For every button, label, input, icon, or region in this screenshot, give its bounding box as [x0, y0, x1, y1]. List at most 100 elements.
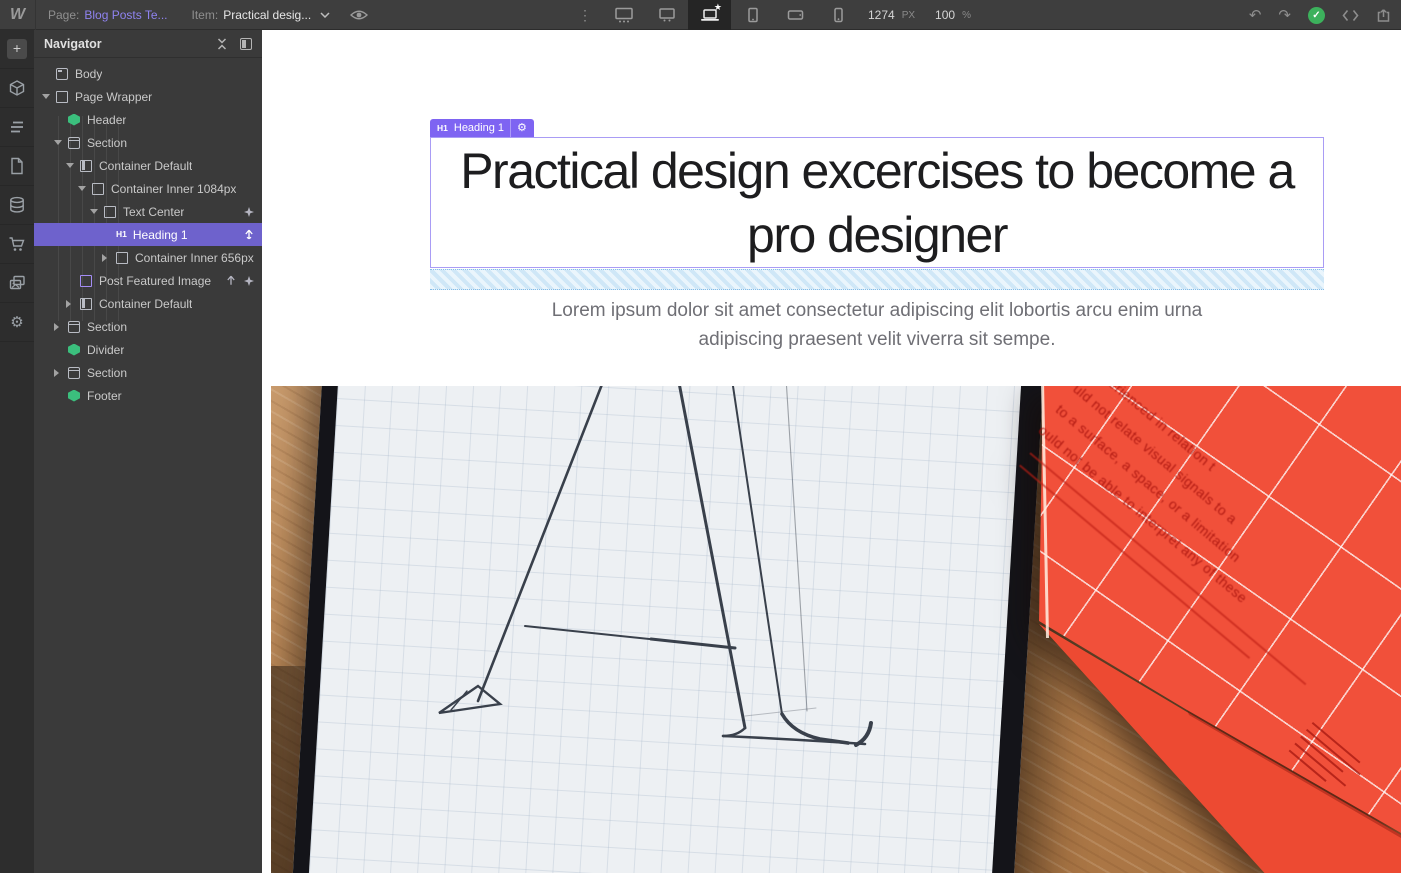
body-icon	[56, 68, 68, 80]
element-tag: H1	[437, 123, 448, 133]
page-icon	[9, 157, 25, 175]
images-icon	[8, 274, 26, 292]
zoom-unit: %	[962, 10, 971, 21]
breakpoint-desktop[interactable]	[645, 0, 688, 30]
ecommerce-button[interactable]	[0, 225, 34, 264]
collapsed-arrow-icon[interactable]	[66, 300, 71, 308]
navigator-title: Navigator	[44, 37, 204, 51]
navigator-button[interactable]	[0, 108, 34, 147]
element-settings-gear-icon[interactable]: ⚙	[517, 123, 527, 134]
component-icon	[68, 344, 80, 356]
collapsed-arrow-icon[interactable]	[54, 369, 59, 377]
navigator-panel: Navigator Body Page Wrapper Header	[34, 30, 262, 873]
element-name: Heading 1	[454, 122, 504, 134]
interaction-arrow-icon	[244, 229, 254, 240]
page-selector[interactable]: Page: Blog Posts Te...	[36, 0, 180, 30]
breakpoint-tablet[interactable]	[731, 0, 774, 30]
div-block-icon	[116, 252, 128, 264]
design-canvas[interactable]: H1 Heading 1 ⚙ Practical design excercis…	[262, 30, 1401, 873]
database-icon	[8, 196, 26, 214]
tree-row-footer[interactable]: Footer	[34, 384, 262, 407]
page-label: Page:	[48, 8, 79, 22]
expand-arrow-icon[interactable]	[42, 94, 50, 99]
component-icon	[68, 390, 80, 402]
gear-icon: ⚙	[10, 313, 23, 331]
cube-icon	[8, 79, 26, 97]
tree-row-container-default[interactable]: Container Default	[34, 154, 262, 177]
code-export-icon[interactable]	[1342, 9, 1359, 22]
undo-icon[interactable]: ↶	[1249, 8, 1262, 23]
cart-icon	[8, 235, 26, 253]
item-label: Item:	[192, 8, 219, 22]
expand-arrow-icon[interactable]	[78, 186, 86, 191]
tree-row-section-2[interactable]: Section	[34, 315, 262, 338]
cms-button[interactable]	[0, 186, 34, 225]
tree-row-section[interactable]: Section	[34, 131, 262, 154]
div-block-icon	[56, 91, 68, 103]
collapsed-arrow-icon[interactable]	[102, 254, 107, 262]
h1-tag-icon: H1	[116, 229, 127, 241]
tree-row-body[interactable]: Body	[34, 62, 262, 85]
navigator-tree: Body Page Wrapper Header Section Contain…	[34, 58, 262, 407]
tree-row-page-wrapper[interactable]: Page Wrapper	[34, 85, 262, 108]
toolbar-right-actions: ↶ ↷ ✓	[1249, 0, 1391, 30]
saved-check-icon[interactable]: ✓	[1308, 7, 1325, 24]
post-featured-image[interactable]: experienced in relation t uld not relate…	[271, 386, 1401, 873]
margin-indicator	[430, 269, 1324, 290]
container-icon	[80, 160, 92, 172]
canvas-dimensions: 1274 PX 100 %	[868, 0, 971, 30]
preview-eye-button[interactable]	[342, 9, 376, 21]
div-block-icon	[92, 183, 104, 195]
share-export-icon[interactable]	[1376, 8, 1391, 23]
assets-button[interactable]	[0, 264, 34, 303]
components-button[interactable]	[0, 69, 34, 108]
eye-icon	[350, 9, 368, 21]
tree-row-container-default-2[interactable]: Container Default	[34, 292, 262, 315]
component-icon	[68, 114, 80, 126]
page-heading[interactable]: Practical design excercises to become a …	[431, 139, 1323, 267]
zoom-value[interactable]: 100	[935, 8, 955, 22]
tree-row-container-inner-656[interactable]: Container Inner 656px	[34, 246, 262, 269]
item-selector[interactable]: Item: Practical desig...	[180, 0, 343, 30]
breakpoint-phone-landscape[interactable]	[774, 0, 817, 30]
webflow-designer: W Page: Blog Posts Te... Item: Practical…	[0, 0, 1401, 873]
section-icon	[68, 137, 80, 149]
navigator-header: Navigator	[34, 30, 262, 58]
redo-icon[interactable]: ↷	[1278, 8, 1291, 23]
cms-bound-div-icon	[80, 275, 92, 287]
selection-outline: Practical design excercises to become a …	[430, 137, 1324, 268]
breakpoint-phone-portrait[interactable]	[817, 0, 860, 30]
tree-row-divider[interactable]: Divider	[34, 338, 262, 361]
interaction-spark-icon	[244, 276, 254, 286]
tree-row-section-3[interactable]: Section	[34, 361, 262, 384]
tree-row-text-center[interactable]: Text Center	[34, 200, 262, 223]
webflow-menu-button[interactable]: W	[0, 0, 36, 30]
subtitle-wrapper: Lorem ipsum dolor sit amet consectetur a…	[430, 296, 1324, 354]
collapse-all-icon[interactable]	[216, 38, 228, 50]
expand-arrow-icon[interactable]	[54, 140, 62, 145]
expand-arrow-icon[interactable]	[90, 209, 98, 214]
canvas-width-unit: PX	[902, 10, 915, 21]
collapsed-arrow-icon[interactable]	[54, 323, 59, 331]
tree-row-container-inner-1084[interactable]: Container Inner 1084px	[34, 177, 262, 200]
tree-row-header[interactable]: Header	[34, 108, 262, 131]
star-icon: ★	[714, 2, 722, 13]
breakpoint-bar: ★	[602, 0, 860, 30]
canvas-width-value[interactable]: 1274	[868, 8, 895, 22]
kebab-menu-icon[interactable]: ⋮	[578, 0, 592, 30]
expand-arrow-icon[interactable]	[66, 163, 74, 168]
left-toolbar-rail: + ⚙	[0, 30, 34, 873]
breakpoint-desktop-large[interactable]	[602, 0, 645, 30]
pages-button[interactable]	[0, 147, 34, 186]
settings-button[interactable]: ⚙	[0, 303, 34, 342]
subtitle-text[interactable]: Lorem ipsum dolor sit amet consectetur a…	[517, 296, 1237, 354]
breakpoint-laptop-active[interactable]: ★	[688, 0, 731, 30]
add-elements-button[interactable]: +	[0, 30, 34, 69]
section-icon	[68, 367, 80, 379]
tree-row-heading-1-selected[interactable]: H1 Heading 1	[34, 223, 262, 246]
div-block-icon	[104, 206, 116, 218]
webflow-logo-icon: W	[10, 6, 25, 24]
tree-row-post-featured-image[interactable]: Post Featured Image	[34, 269, 262, 292]
dock-panel-icon[interactable]	[240, 38, 252, 50]
selected-element-badge[interactable]: H1 Heading 1 ⚙	[430, 119, 534, 137]
